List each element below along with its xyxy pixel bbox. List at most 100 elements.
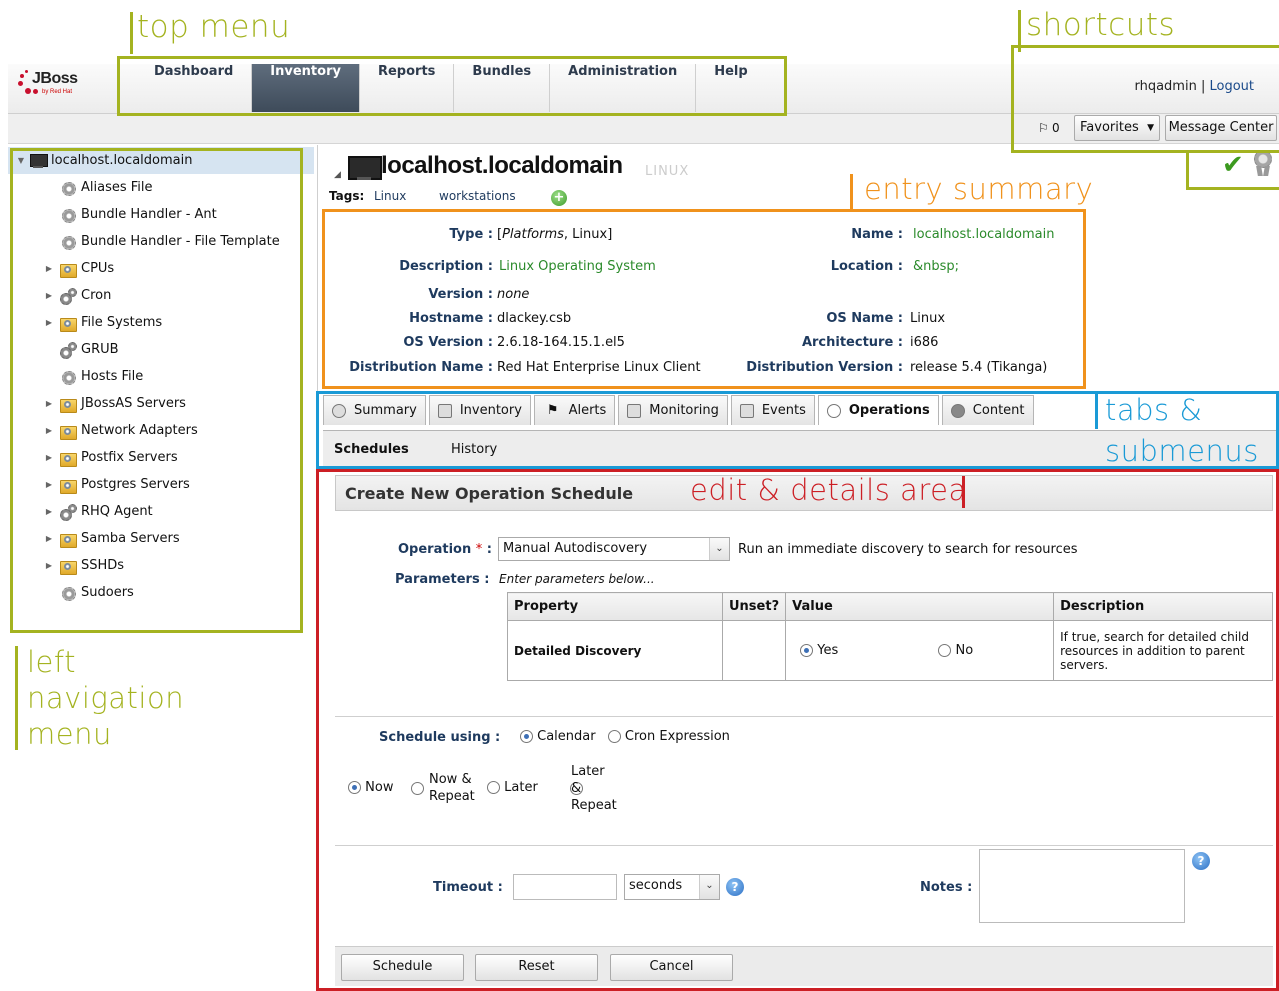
favorites-label: Favorites (1080, 120, 1139, 135)
tab-alerts[interactable]: ⚑ Alerts (533, 395, 616, 425)
radio-later[interactable] (487, 781, 500, 794)
radio-now[interactable] (348, 781, 361, 794)
cancel-button[interactable]: Cancel (610, 954, 733, 981)
type-rest: , Linux] (563, 227, 613, 242)
tree-root-localhost[interactable]: ▼ localhost.localdomain (8, 147, 314, 174)
radio-now-repeat[interactable] (411, 782, 424, 795)
expand-arrow-icon[interactable]: ▶ (44, 561, 54, 570)
notes-textarea[interactable] (979, 849, 1185, 923)
help-icon[interactable]: ? (1192, 852, 1210, 870)
timeout-unit-select[interactable]: seconds ⌄ (624, 874, 720, 900)
logo-wordmark: JBoss (32, 70, 78, 87)
tree-item[interactable]: ▶ CPUs (44, 255, 114, 282)
jboss-logo[interactable]: JBoss by Red Hat (18, 70, 108, 110)
expand-arrow-icon[interactable]: ▶ (44, 453, 54, 462)
annotation-bar (1018, 10, 1021, 52)
username: rhqadmin (1134, 79, 1197, 94)
tree-item[interactable]: Bundle Handler - File Template (44, 228, 280, 255)
tag-linux[interactable]: Linux (374, 189, 406, 203)
add-tag-icon[interactable]: + (551, 190, 567, 206)
radio-yes-label: Yes (817, 643, 839, 658)
radio-cron[interactable] (607, 730, 621, 743)
logo-dot (20, 74, 24, 78)
tree-item[interactable]: Sudoers (44, 579, 134, 606)
tree-item[interactable]: ▶ Postgres Servers (44, 471, 190, 498)
chevron-down-icon: ⌄ (709, 538, 729, 560)
collapse-triangle-icon[interactable]: ◢ (334, 170, 341, 180)
expand-arrow-icon[interactable]: ▶ (44, 264, 54, 273)
flag-icon[interactable]: ⚐ (1038, 121, 1049, 135)
tab-inventory[interactable]: Inventory (428, 395, 531, 425)
tab-events[interactable]: Events (730, 395, 815, 425)
topnav-dashboard[interactable]: Dashboard (136, 64, 253, 112)
tab-operations[interactable]: Operations (817, 395, 939, 425)
tab-summary[interactable]: Summary (323, 395, 426, 425)
message-center-button[interactable]: Message Center (1165, 115, 1277, 141)
tree-item[interactable]: ▶ File Systems (44, 309, 162, 336)
expand-arrow-icon[interactable]: ▶ (44, 507, 54, 516)
favorites-button[interactable]: Favorites ▼ (1074, 115, 1160, 141)
expand-arrow-icon[interactable]: ▶ (44, 399, 54, 408)
tree-item-label: Bundle Handler - Ant (81, 207, 217, 222)
tree-item[interactable]: ▶ JBossAS Servers (44, 390, 186, 417)
expand-arrow-icon[interactable]: ▶ (44, 534, 54, 543)
tab-content[interactable]: Content (941, 395, 1034, 425)
topnav-inventory[interactable]: Inventory (252, 64, 360, 112)
help-icon[interactable]: ? (726, 878, 744, 896)
reset-button[interactable]: Reset (475, 954, 598, 981)
radio-calendar[interactable] (520, 730, 533, 743)
when-later[interactable]: Later (487, 780, 538, 795)
topnav-reports[interactable]: Reports (360, 64, 455, 112)
tree-item[interactable]: ▶ Postfix Servers (44, 444, 178, 471)
tree-item[interactable]: ▶ SSHDs (44, 552, 124, 579)
timeout-input[interactable] (513, 874, 617, 900)
server-monitor-icon (348, 156, 382, 180)
tree-item[interactable]: Aliases File (44, 174, 153, 201)
submenu-schedules[interactable]: Schedules (334, 442, 409, 457)
events-icon (739, 403, 754, 418)
when-now[interactable]: Now (348, 780, 393, 795)
operation-select[interactable]: Manual Autodiscovery ⌄ (498, 537, 730, 561)
folder-icon (60, 450, 77, 467)
tree-item[interactable]: Bundle Handler - Ant (44, 201, 217, 228)
param-value: Yes No (785, 620, 1055, 681)
radio-no[interactable] (938, 644, 952, 657)
param-unset[interactable] (721, 620, 787, 681)
inventory-icon (437, 403, 452, 418)
col-description: Description (1053, 592, 1273, 621)
radio-yes[interactable] (800, 644, 814, 657)
tree-item-label: CPUs (81, 261, 115, 276)
distname-label: Distribution Name : (349, 360, 493, 375)
tree-item-label: SSHDs (81, 558, 125, 573)
expand-arrow-icon[interactable]: ▶ (44, 426, 54, 435)
expand-arrow-icon[interactable]: ▼ (16, 156, 26, 165)
tree-item[interactable]: ▶ Cron (44, 282, 111, 309)
tree-item[interactable]: Hosts File (44, 363, 143, 390)
expand-arrow-icon[interactable]: ▶ (44, 480, 54, 489)
annotation-left-line1: left (27, 645, 76, 679)
tab-label: Operations (848, 403, 930, 418)
topnav-help[interactable]: Help (696, 64, 765, 112)
topnav-administration[interactable]: Administration (550, 64, 697, 112)
logout-link[interactable]: Logout (1209, 79, 1254, 94)
osversion-value: 2.6.18-164.15.1.el5 (497, 335, 625, 350)
tab-label: Content (972, 403, 1025, 418)
tree-item[interactable]: ▶ RHQ Agent (44, 498, 153, 525)
tree-item[interactable]: GRUB (44, 336, 119, 363)
tree-item[interactable]: ▶ Network Adapters (44, 417, 198, 444)
schedule-button[interactable]: Schedule (341, 954, 464, 981)
submenu-history[interactable]: History (451, 442, 497, 457)
gear-icon (60, 585, 76, 601)
tree-item[interactable]: ▶ Samba Servers (44, 525, 180, 552)
expand-arrow-icon[interactable]: ▶ (44, 318, 54, 327)
timeout-unit-value: seconds (629, 878, 683, 893)
tag-workstations[interactable]: workstations (439, 189, 516, 203)
annotation-bar (130, 12, 133, 54)
logo-subtext: by Red Hat (42, 89, 73, 95)
tab-label: Monitoring (649, 403, 719, 418)
expand-arrow-icon[interactable]: ▶ (44, 291, 54, 300)
now-repeat-line2: Repeat (429, 789, 475, 804)
shortcut-bar: ⚐ 0 Favorites ▼ Message Center (8, 114, 1279, 144)
tab-monitoring[interactable]: Monitoring (618, 395, 728, 425)
topnav-bundles[interactable]: Bundles (454, 64, 551, 112)
